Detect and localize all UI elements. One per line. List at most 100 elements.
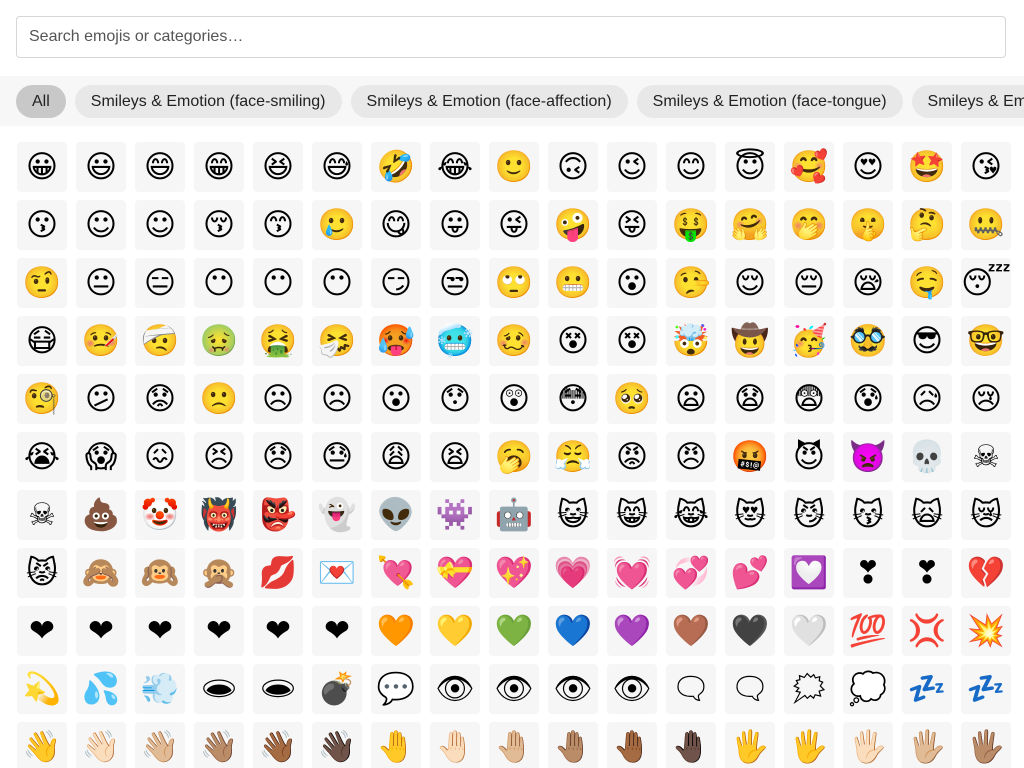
emoji-cell[interactable]: 😟 [135, 374, 185, 424]
emoji-cell[interactable]: 👿 [843, 432, 893, 482]
emoji-cell[interactable]: 🖐🏻 [843, 722, 893, 768]
emoji-cell[interactable]: 🤭 [784, 200, 834, 250]
search-input[interactable] [16, 16, 1006, 58]
emoji-cell[interactable]: 😢 [961, 374, 1011, 424]
filter-chip-face-smiling[interactable]: Smileys & Emotion (face-smiling) [74, 85, 342, 118]
emoji-cell[interactable]: 😬 [548, 258, 598, 308]
emoji-cell[interactable]: ❤ [312, 606, 362, 656]
emoji-cell[interactable]: 💜 [607, 606, 657, 656]
emoji-cell[interactable]: 💞 [666, 548, 716, 598]
emoji-cell[interactable]: 😛 [430, 200, 480, 250]
emoji-cell[interactable]: ❤ [194, 606, 244, 656]
emoji-cell[interactable]: 😱 [76, 432, 126, 482]
emoji-cell[interactable]: 😻 [725, 490, 775, 540]
emoji-cell[interactable]: 👁 [489, 664, 539, 714]
emoji-cell[interactable]: 🥺 [607, 374, 657, 424]
emoji-cell[interactable]: ❣ [902, 548, 952, 598]
emoji-cell[interactable]: 🤠 [725, 316, 775, 366]
emoji-cell[interactable]: 🙈 [76, 548, 126, 598]
emoji-cell[interactable]: 😿 [961, 490, 1011, 540]
emoji-cell[interactable]: 😄 [135, 142, 185, 192]
emoji-cell[interactable]: 💘 [371, 548, 421, 598]
emoji-cell[interactable]: 🙂 [489, 142, 539, 192]
emoji-cell[interactable]: 😸 [607, 490, 657, 540]
filter-chip-face-tongue[interactable]: Smileys & Emotion (face-tongue) [636, 85, 903, 118]
emoji-cell[interactable]: 😁 [194, 142, 244, 192]
emoji-cell[interactable]: 😵 [607, 316, 657, 366]
emoji-cell[interactable]: 💯 [843, 606, 893, 656]
emoji-cell[interactable]: 👁 [607, 664, 657, 714]
emoji-cell[interactable]: 💟 [784, 548, 834, 598]
emoji-cell[interactable]: 😇 [725, 142, 775, 192]
emoji-cell[interactable]: ☺ [76, 200, 126, 250]
emoji-cell[interactable]: 💕 [725, 548, 775, 598]
emoji-cell[interactable]: 😌 [725, 258, 775, 308]
emoji-cell[interactable]: 💚 [489, 606, 539, 656]
filter-chip-all[interactable]: All [16, 85, 66, 118]
emoji-cell[interactable]: 😜 [489, 200, 539, 250]
emoji-cell[interactable]: 😼 [784, 490, 834, 540]
emoji-cell[interactable]: 😮 [607, 258, 657, 308]
emoji-cell[interactable]: 💌 [312, 548, 362, 598]
emoji-cell[interactable]: 😫 [430, 432, 480, 482]
emoji-cell[interactable]: 😖 [135, 432, 185, 482]
emoji-cell[interactable]: 🙄 [489, 258, 539, 308]
emoji-cell[interactable]: 🤚🏼 [489, 722, 539, 768]
emoji-cell[interactable]: ❤ [253, 606, 303, 656]
emoji-cell[interactable]: 🙃 [548, 142, 598, 192]
emoji-cell[interactable]: 💖 [489, 548, 539, 598]
emoji-cell[interactable]: 😀 [17, 142, 67, 192]
emoji-cell[interactable]: 👺 [253, 490, 303, 540]
emoji-cell[interactable]: 😯 [430, 374, 480, 424]
emoji-cell[interactable]: 😙 [253, 200, 303, 250]
emoji-cell[interactable]: 🤕 [135, 316, 185, 366]
emoji-cell[interactable]: 🤤 [902, 258, 952, 308]
emoji-cell[interactable]: 🙊 [194, 548, 244, 598]
emoji-cell[interactable]: 💝 [430, 548, 480, 598]
emoji-cell[interactable]: 😈 [784, 432, 834, 482]
emoji-cell[interactable]: 🧡 [371, 606, 421, 656]
emoji-cell[interactable]: 🕳 [253, 664, 303, 714]
emoji-cell[interactable]: 😤 [548, 432, 598, 482]
emoji-cell[interactable]: 😵 [548, 316, 598, 366]
emoji-cell[interactable]: 🗨 [666, 664, 716, 714]
emoji-cell[interactable]: ☠ [961, 432, 1011, 482]
emoji-cell[interactable]: 🤢 [194, 316, 244, 366]
emoji-cell[interactable]: 😐 [76, 258, 126, 308]
emoji-cell[interactable]: 💙 [548, 606, 598, 656]
emoji-cell[interactable]: ☹ [253, 374, 303, 424]
emoji-cell[interactable]: 🤖 [489, 490, 539, 540]
emoji-cell[interactable]: 💓 [607, 548, 657, 598]
emoji-cell[interactable]: 😊 [666, 142, 716, 192]
emoji-cell[interactable]: 🤩 [902, 142, 952, 192]
emoji-cell[interactable]: 💤 [902, 664, 952, 714]
emoji-cell[interactable]: 💥 [961, 606, 1011, 656]
emoji-cell[interactable]: 🥳 [784, 316, 834, 366]
emoji-cell[interactable]: 🤍 [784, 606, 834, 656]
emoji-cell[interactable]: 😳 [548, 374, 598, 424]
emoji-cell[interactable]: 🥴 [489, 316, 539, 366]
emoji-cell[interactable]: 💗 [548, 548, 598, 598]
emoji-cell[interactable]: 👽 [371, 490, 421, 540]
emoji-cell[interactable]: 💭 [843, 664, 893, 714]
emoji-cell[interactable]: 💬 [371, 664, 421, 714]
emoji-cell[interactable]: 🥱 [489, 432, 539, 482]
emoji-cell[interactable]: 🖐 [725, 722, 775, 768]
emoji-cell[interactable]: 😠 [666, 432, 716, 482]
emoji-cell[interactable]: 😕 [76, 374, 126, 424]
emoji-cell[interactable]: 💔 [961, 548, 1011, 598]
emoji-cell[interactable]: 🤨 [17, 258, 67, 308]
emoji-cell[interactable]: 💤 [961, 664, 1011, 714]
emoji-cell[interactable]: 😗 [17, 200, 67, 250]
emoji-cell[interactable]: 🗯 [784, 664, 834, 714]
emoji-cell[interactable]: 😥 [902, 374, 952, 424]
emoji-cell[interactable]: 🥲 [312, 200, 362, 250]
emoji-cell[interactable]: 😴 [961, 258, 1011, 308]
emoji-cell[interactable]: 🤚🏿 [666, 722, 716, 768]
emoji-cell[interactable]: ❣ [843, 548, 893, 598]
emoji-cell[interactable]: 😶 [253, 258, 303, 308]
emoji-cell[interactable]: 👋🏿 [312, 722, 362, 768]
emoji-cell[interactable]: 👹 [194, 490, 244, 540]
emoji-cell[interactable]: 😍 [843, 142, 893, 192]
emoji-cell[interactable]: 😲 [489, 374, 539, 424]
